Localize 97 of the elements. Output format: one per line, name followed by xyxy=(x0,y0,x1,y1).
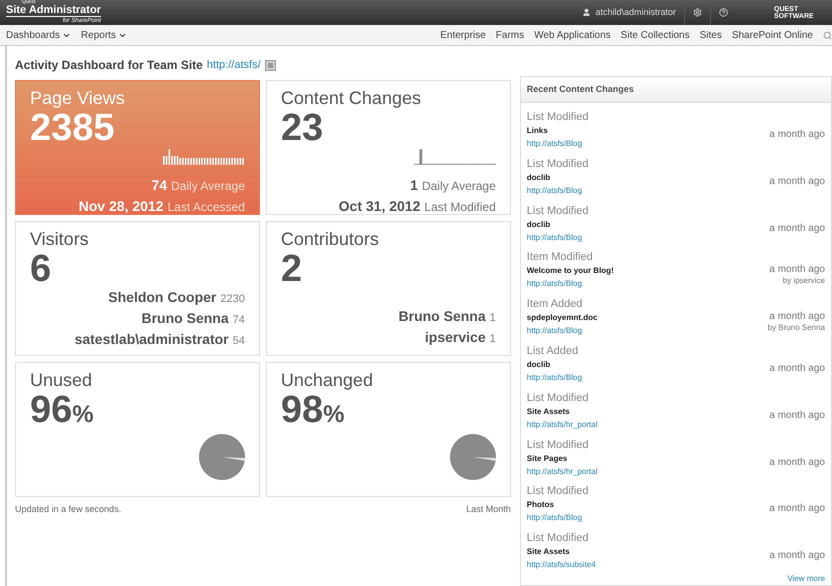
person-name: Bruno Senna xyxy=(142,309,229,328)
settings-icon xyxy=(693,8,702,18)
item-name: doclib xyxy=(526,359,552,372)
item-link[interactable]: http://atsfs/Blog xyxy=(526,324,598,338)
nav-link[interactable]: Site Collections xyxy=(620,28,690,43)
change-time: a month ago xyxy=(769,502,825,516)
item-link[interactable]: http://atsfs/Blog xyxy=(526,137,589,150)
view-more-link[interactable]: View more xyxy=(787,573,825,585)
item-link[interactable]: http://atsfs/subsite4 xyxy=(526,558,596,572)
panel-title: Recent Content Changes xyxy=(526,82,634,96)
change-time: a month ago xyxy=(769,310,825,324)
average-label: Daily Average xyxy=(171,178,245,196)
item-link[interactable]: http://atsfs/Blog xyxy=(526,371,582,384)
item-name: Site Assets xyxy=(526,546,571,558)
nav-link[interactable]: Web Applications xyxy=(534,28,611,43)
change-time: a month ago xyxy=(769,362,825,375)
date-label: Last Modified xyxy=(424,199,496,216)
nav-dropdown[interactable]: Dashboards xyxy=(6,28,71,43)
page-icon xyxy=(264,60,276,71)
change-type: List Modified xyxy=(526,438,590,452)
item-name: Welcome to your Blog! xyxy=(526,265,614,278)
average-value: 1 xyxy=(410,176,418,196)
person-count: 74 xyxy=(232,313,245,328)
change-type: List Modified xyxy=(526,204,589,218)
card-title: Contributors xyxy=(280,228,380,250)
item-name: doclib xyxy=(526,172,552,184)
nav-link[interactable]: SharePoint Online xyxy=(732,28,813,43)
date-value: Oct 31, 2012 xyxy=(338,197,420,216)
change-type: List Modified xyxy=(526,392,590,405)
change-type: List Modified xyxy=(526,485,589,498)
average-label: Daily Average xyxy=(422,178,496,196)
person-name: ipservice xyxy=(424,328,486,348)
person-name: Sheldon Cooper xyxy=(108,288,216,308)
change-type: List Added xyxy=(526,345,580,358)
card-value: 2 xyxy=(280,250,302,288)
user-menu[interactable]: atchild\administrator xyxy=(574,0,684,26)
search-icon[interactable] xyxy=(823,30,832,40)
item-name: Site Pages xyxy=(526,452,568,465)
item-name: Site Assets xyxy=(526,406,571,418)
person-count: 2230 xyxy=(220,292,245,308)
person-name: Bruno Senna xyxy=(398,307,486,326)
nav-link[interactable]: Enterprise xyxy=(440,28,486,43)
updated-text: Updated in a few seconds. xyxy=(15,503,122,516)
change-time: a month ago xyxy=(769,128,825,141)
card-title: Page Views xyxy=(30,87,126,110)
item-link[interactable]: http://atsfs/hr_portal xyxy=(526,464,598,478)
card-title: Visitors xyxy=(30,228,90,250)
nav-dropdown[interactable]: Reports xyxy=(80,28,127,43)
person-count: 54 xyxy=(232,334,245,350)
change-type: Item Modified xyxy=(526,251,594,264)
pie-chart-icon xyxy=(198,434,245,480)
change-time: a month ago xyxy=(769,174,825,188)
unit-text: % xyxy=(72,400,94,430)
card-value: 98 xyxy=(280,391,324,430)
card-value: 2385 xyxy=(30,109,115,148)
card-title: Unused xyxy=(30,369,94,392)
card-title: Unchanged xyxy=(280,369,374,392)
item-link[interactable]: http://atsfs/hr_portal xyxy=(526,418,598,431)
change-time: a month ago xyxy=(769,408,825,422)
change-type: Item Added xyxy=(526,298,584,312)
item-link[interactable]: http://atsfs/Blog xyxy=(526,230,589,244)
card-value: 23 xyxy=(280,109,324,148)
change-time: a month ago xyxy=(769,456,825,468)
date-label: Last Accessed xyxy=(167,199,245,216)
author-text: by Bruno Senna xyxy=(768,323,825,334)
date-value: Nov 28, 2012 xyxy=(78,197,164,216)
logo-text: Site Administrator xyxy=(6,5,101,18)
average-value: 74 xyxy=(151,176,168,196)
nav-link[interactable]: Farms xyxy=(496,28,524,43)
person-count: 1 xyxy=(490,311,496,326)
unit-text: % xyxy=(323,400,344,430)
change-type: List Modified xyxy=(526,158,589,171)
card-title: Content Changes xyxy=(280,87,422,110)
pie-chart-icon xyxy=(450,434,496,480)
item-name: doclib xyxy=(526,218,552,231)
nav-link[interactable]: Sites xyxy=(700,28,722,43)
item-link[interactable]: http://atsfs/Blog xyxy=(526,277,614,290)
author-text: by ipservice xyxy=(782,276,825,286)
user-icon xyxy=(582,8,592,18)
change-type: List Modified xyxy=(526,532,590,546)
item-name: Links xyxy=(526,125,549,138)
item-name: Photos xyxy=(526,499,555,512)
page-title: Activity Dashboard for Team Site xyxy=(15,57,203,74)
period-label: Last Month xyxy=(466,503,511,516)
change-type: List Modified xyxy=(526,111,589,124)
item-link[interactable]: http://atsfs/Blog xyxy=(526,511,589,524)
item-link[interactable]: http://atsfs/Blog xyxy=(526,184,589,197)
change-time: a month ago xyxy=(769,263,825,276)
item-name: spdeployemnt.doc xyxy=(526,312,598,324)
change-time: a month ago xyxy=(769,222,825,235)
card-value: 6 xyxy=(30,250,52,288)
person-count: 1 xyxy=(490,332,496,348)
site-link[interactable]: http://atsfs/ xyxy=(206,56,261,74)
help-icon xyxy=(719,8,728,18)
card-value: 96 xyxy=(30,391,72,430)
person-name: satestlab\administrator xyxy=(74,330,229,350)
change-time: a month ago xyxy=(769,549,825,562)
